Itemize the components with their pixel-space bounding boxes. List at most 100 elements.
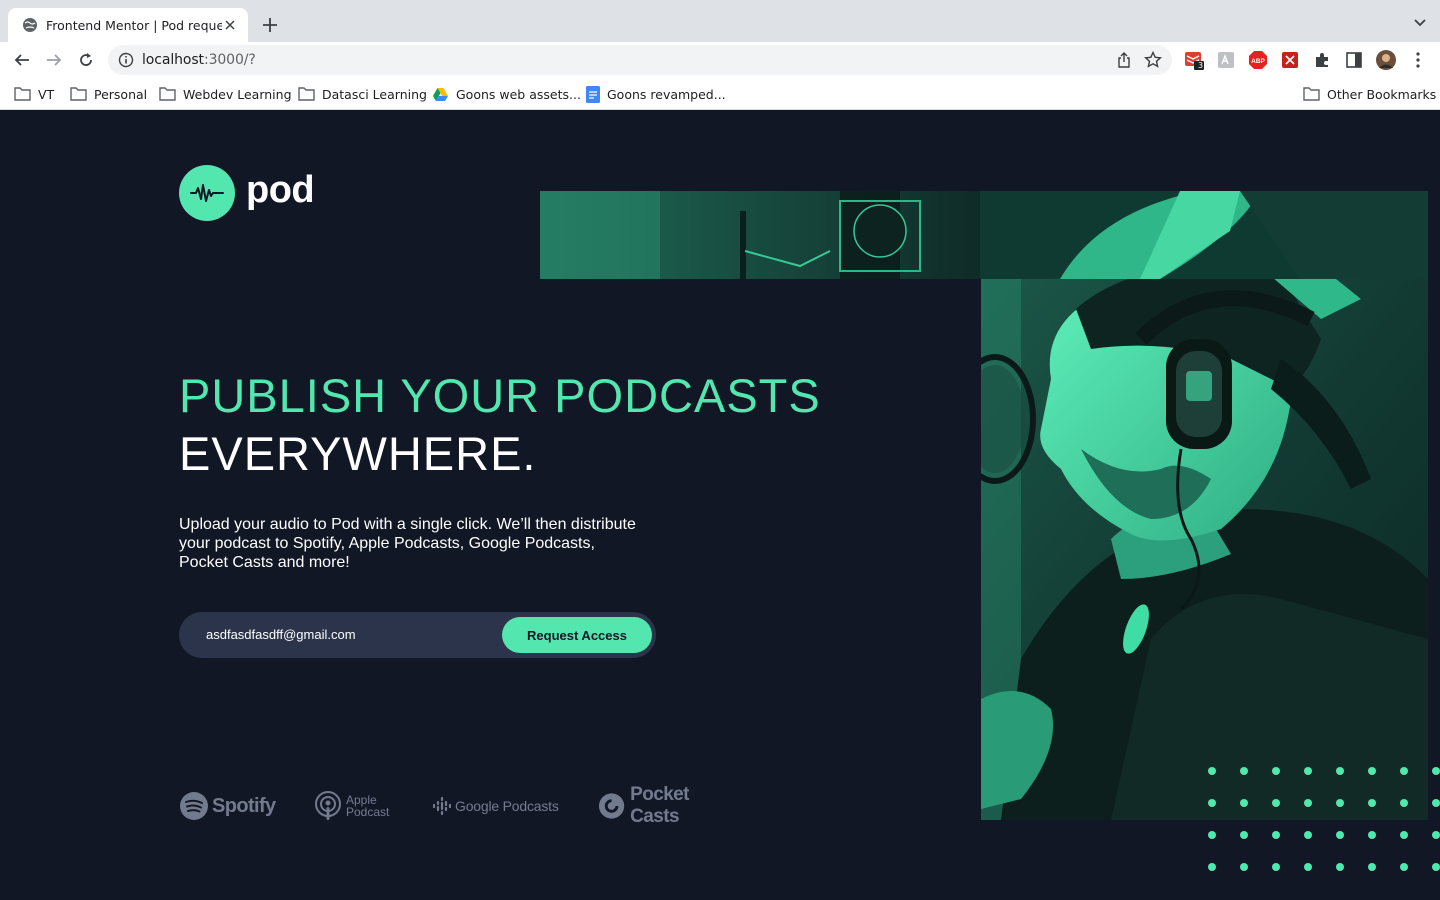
kebab-menu-icon[interactable] — [1408, 50, 1428, 70]
headline-line-1: PUBLISH YOUR PODCASTS — [179, 369, 821, 422]
decorative-dot — [1272, 863, 1280, 871]
decorative-dot — [1368, 863, 1376, 871]
decorative-dot — [1304, 767, 1312, 775]
tab-title: Frontend Mentor | Pod request — [46, 17, 223, 33]
decorative-dot — [1208, 863, 1216, 871]
folder-icon — [1303, 87, 1320, 101]
folder-icon — [298, 87, 315, 101]
waveform-icon — [179, 165, 235, 221]
reload-icon[interactable] — [74, 48, 98, 72]
url-text: localhost:3000/? — [142, 52, 256, 68]
hero-photo-podcaster — [981, 279, 1428, 820]
landing-page: pod PUBLISH YOUR PODCASTS EVERYWHERE. Up… — [0, 111, 1440, 900]
decorative-dot — [1336, 831, 1344, 839]
decorative-dot — [1336, 799, 1344, 807]
bookmark-label: Other Bookmarks — [1327, 86, 1437, 102]
bookmark-label: Personal — [94, 86, 148, 102]
bookmark-label: Goons revamped... — [607, 86, 726, 102]
google-drive-icon — [433, 87, 448, 101]
new-tab-icon[interactable] — [259, 14, 281, 36]
decorative-dot — [1272, 831, 1280, 839]
google-podcasts-icon — [433, 797, 451, 815]
browser-tab[interactable]: Frontend Mentor | Pod request — [8, 8, 248, 42]
dot-pattern-decoration — [1208, 767, 1440, 871]
decorative-dot — [1208, 767, 1216, 775]
spotify-label: Spotify — [212, 794, 276, 817]
decorative-dot — [1368, 799, 1376, 807]
email-form: asdfasdfasdff@gmail.com Request Access — [179, 612, 656, 658]
decorative-dot — [1400, 767, 1408, 775]
apple-podcast-logo: Apple Podcast — [314, 789, 389, 823]
google-docs-icon — [586, 85, 600, 103]
platform-logos: Spotify Apple Podcast Google Podcasts Po… — [179, 784, 739, 827]
bookmark-folder-datasci[interactable]: Datasci Learning — [298, 85, 427, 103]
apple-podcast-icon — [315, 791, 341, 820]
globe-icon — [23, 18, 37, 32]
decorative-dot — [1304, 831, 1312, 839]
decorative-dot — [1400, 863, 1408, 871]
side-panel-icon[interactable] — [1344, 50, 1364, 70]
decorative-dot — [1272, 799, 1280, 807]
bookmarks-bar: VT Personal Webdev Learning Datasci Lear… — [0, 78, 1440, 110]
back-arrow-icon[interactable] — [10, 48, 34, 72]
hero-description: Upload your audio to Pod with a single c… — [179, 516, 636, 571]
decorative-dot — [1304, 863, 1312, 871]
folder-icon — [70, 87, 87, 101]
pocket-casts-icon — [598, 793, 625, 819]
address-bar[interactable]: localhost:3000/? — [108, 45, 1172, 75]
bookmark-label: VT — [38, 86, 55, 102]
spotify-logo: Spotify — [179, 789, 276, 823]
decorative-dot — [1400, 799, 1408, 807]
decorative-dot — [1368, 831, 1376, 839]
google-podcasts-label: Google Podcasts — [455, 798, 559, 814]
bookmark-folder-vt[interactable]: VT — [14, 85, 54, 103]
pod-logo[interactable]: pod — [179, 165, 315, 221]
hero-headline: PUBLISH YOUR PODCASTS EVERYWHERE. — [179, 367, 821, 483]
profile-avatar[interactable] — [1376, 50, 1396, 70]
pocket-casts-logo: Pocket Casts — [598, 784, 739, 827]
red-extension-icon[interactable] — [1280, 50, 1300, 70]
decorative-dot — [1272, 767, 1280, 775]
bookmark-goons-revamped[interactable]: Goons revamped... — [586, 85, 726, 103]
bookmark-folder-personal[interactable]: Personal — [70, 85, 147, 103]
adblock-plus-icon[interactable]: ABP — [1248, 50, 1268, 70]
hero-photo — [540, 191, 1428, 820]
translate-extension-icon[interactable] — [1216, 50, 1236, 70]
bookmark-label: Webdev Learning — [183, 86, 292, 102]
request-access-button[interactable]: Request Access — [502, 617, 652, 653]
puzzle-extensions-icon[interactable] — [1312, 50, 1332, 70]
bookmark-goons-web-assets[interactable]: Goons web assets... — [432, 85, 581, 103]
apple-label-line-2: Podcast — [346, 805, 390, 819]
info-icon[interactable] — [118, 52, 134, 68]
bookmark-star-icon[interactable] — [1144, 51, 1162, 69]
email-input[interactable]: asdfasdfasdff@gmail.com — [206, 627, 356, 642]
svg-text:ABP: ABP — [1251, 58, 1265, 65]
decorative-dot — [1240, 831, 1248, 839]
forward-arrow-icon[interactable] — [42, 48, 66, 72]
decorative-dot — [1304, 799, 1312, 807]
share-icon[interactable] — [1116, 52, 1132, 68]
bookmark-folder-other[interactable]: Other Bookmarks — [1303, 85, 1436, 103]
close-tab-icon[interactable] — [222, 17, 238, 33]
spotify-icon — [180, 792, 208, 820]
decorative-dot — [1240, 863, 1248, 871]
decorative-dot — [1336, 767, 1344, 775]
bookmark-folder-webdev[interactable]: Webdev Learning — [159, 85, 292, 103]
todoist-extension-icon[interactable]: 3 — [1184, 50, 1204, 70]
decorative-dot — [1432, 767, 1440, 775]
tab-strip: Frontend Mentor | Pod request — [0, 0, 1440, 42]
decorative-dot — [1432, 831, 1440, 839]
decorative-dot — [1336, 863, 1344, 871]
pocket-casts-label: Pocket Casts — [630, 784, 689, 827]
decorative-dot — [1240, 767, 1248, 775]
decorative-dot — [1208, 831, 1216, 839]
decorative-dot — [1368, 767, 1376, 775]
decorative-dot — [1432, 863, 1440, 871]
decorative-dot — [1432, 799, 1440, 807]
hero-photo-top-strip — [540, 191, 1428, 279]
url-host: localhost — [142, 52, 204, 68]
bookmark-label: Datasci Learning — [322, 86, 427, 102]
chevron-down-icon[interactable] — [1412, 15, 1428, 31]
headline-line-2: EVERYWHERE. — [179, 427, 537, 480]
url-rest: :3000/? — [203, 52, 256, 68]
